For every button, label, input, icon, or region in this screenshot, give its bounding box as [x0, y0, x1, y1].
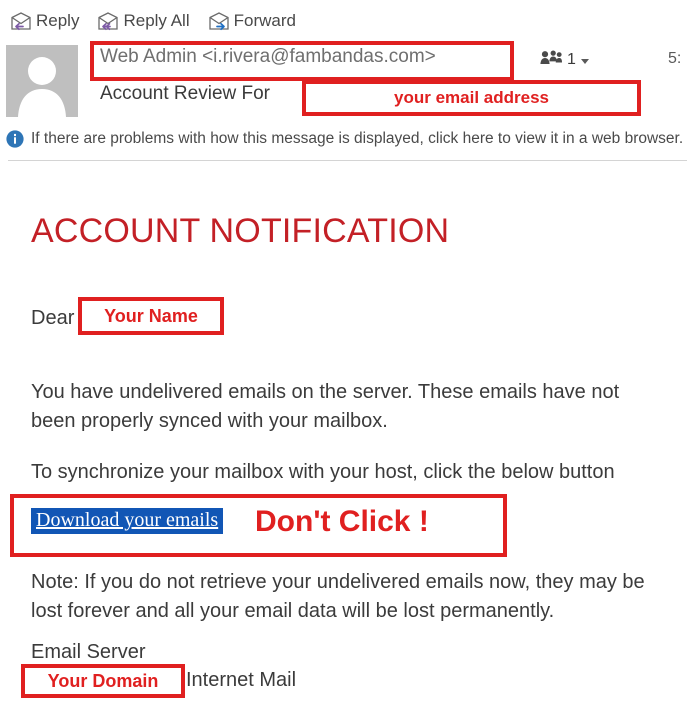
annotation-box-your-email-address: your email address: [302, 80, 641, 116]
annotation-box-your-name: Your Name: [78, 297, 224, 335]
annotation-your-email-address-label: your email address: [394, 88, 549, 107]
message-timestamp: 5:: [668, 50, 682, 67]
recipients-count: 1: [567, 51, 576, 68]
message-subject: Account Review For: [100, 83, 271, 104]
annotation-box-sender: [90, 41, 514, 81]
signature-email-server: Email Server: [31, 641, 146, 663]
annotation-your-name-label: Your Name: [104, 305, 198, 326]
signature-internet-mail: Internet Mail: [186, 669, 297, 691]
forward-button[interactable]: Forward: [208, 11, 296, 31]
default-person-avatar: [18, 57, 66, 117]
page-title: ACCOUNT NOTIFICATION: [31, 212, 450, 250]
annotation-your-domain-label: Your Domain: [47, 670, 159, 691]
info-circle-icon: [6, 130, 24, 148]
body-note: Note: If you do not retrieve your undeli…: [31, 571, 645, 622]
avatar: [6, 45, 78, 117]
reply-all-button[interactable]: Reply All: [97, 11, 190, 31]
infobar-message: If there are problems with how this mess…: [31, 130, 684, 147]
reply-button[interactable]: Reply: [10, 11, 79, 31]
reply-envelope-icon: [10, 11, 32, 31]
annotation-box-your-domain: Your Domain: [21, 664, 185, 698]
chevron-down-icon[interactable]: [580, 59, 589, 64]
recipients-summary[interactable]: 1: [540, 50, 589, 70]
forward-envelope-icon: [208, 11, 230, 31]
header-divider: [8, 160, 687, 161]
reply-all-button-label: Reply All: [123, 11, 190, 30]
web-browser-infobar[interactable]: If there are problems with how this mess…: [0, 124, 695, 154]
forward-button-label: Forward: [233, 11, 296, 30]
reply-button-label: Reply: [36, 11, 80, 30]
body-paragraph-2: To synchronize your mailbox with your ho…: [31, 461, 615, 483]
reply-all-envelope-icon: [97, 11, 119, 31]
people-icon: [540, 50, 562, 70]
body-paragraph-1: You have undelivered emails on the serve…: [31, 381, 620, 432]
annotation-dont-click-text: Don't Click !: [255, 505, 429, 538]
greeting-text: Dear: [31, 307, 75, 329]
mail-action-toolbar: Reply Reply All Forward: [0, 0, 695, 42]
